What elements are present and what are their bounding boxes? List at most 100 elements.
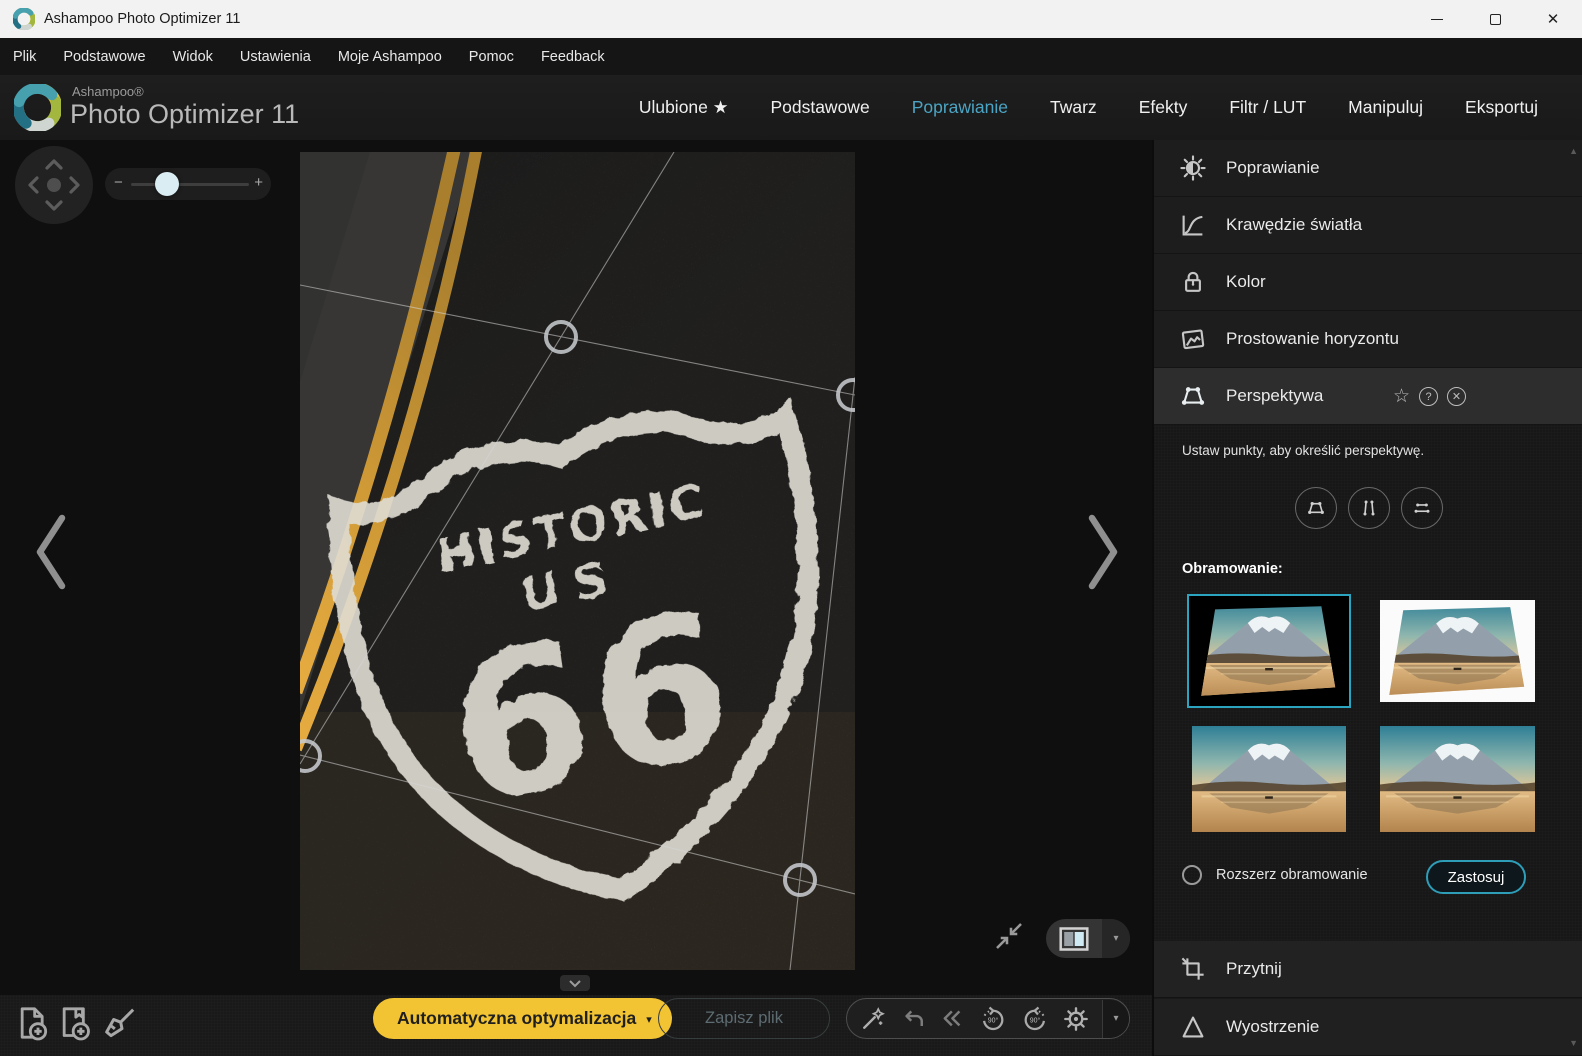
main-nav: Ulubione ★ Podstawowe Poprawianie Twarz …	[639, 75, 1582, 140]
pan-control[interactable]	[15, 146, 93, 224]
rotate-right-button[interactable]: 90°	[1020, 1004, 1050, 1034]
zoom-out-label[interactable]: −	[114, 174, 123, 191]
menubar: Plik Podstawowe Widok Ustawienia Moje As…	[0, 38, 1582, 75]
perspective-vertical-button[interactable]	[1348, 487, 1390, 529]
tab-efekty[interactable]: Efekty	[1139, 97, 1188, 118]
sidebar-label-wyostrzenie: Wyostrzenie	[1226, 1017, 1319, 1037]
menu-podstawowe[interactable]: Podstawowe	[63, 49, 145, 65]
rotate-left-button[interactable]: 90°	[978, 1004, 1008, 1034]
zoom-knob[interactable]	[155, 172, 179, 196]
sidebar-item-perspektywa[interactable]: Perspektywa ☆ ? ✕	[1154, 368, 1582, 425]
favorite-star-icon[interactable]: ☆	[1393, 387, 1410, 406]
frame-option-black[interactable]	[1187, 594, 1351, 708]
sidebar-scroll-down-icon[interactable]: ▼	[1569, 1038, 1578, 1048]
frame-option-white[interactable]	[1380, 600, 1535, 702]
undo-icon	[899, 1005, 927, 1033]
apply-button[interactable]: Zastosuj	[1426, 860, 1526, 894]
sidebar-item-wyostrzenie[interactable]: Wyostrzenie	[1154, 999, 1582, 1056]
window-title: Ashampoo Photo Optimizer 11	[44, 11, 240, 27]
sidebar-scroll-up-icon[interactable]: ▲	[1569, 146, 1578, 156]
sidebar-label-krawedzie: Krawędzie światła	[1226, 215, 1362, 235]
add-page-button[interactable]	[55, 1003, 95, 1043]
perspective-free-button[interactable]	[1295, 487, 1337, 529]
extend-border-label: Rozszerz obramowanie	[1216, 867, 1368, 883]
perspective-horizontal-button[interactable]	[1401, 487, 1443, 529]
tab-filtr-lut[interactable]: Filtr / LUT	[1229, 97, 1306, 118]
brightness-icon	[1176, 153, 1210, 183]
frame-option-fill[interactable]	[1192, 726, 1346, 832]
sidebar-item-poprawianie[interactable]: Poprawianie	[1154, 140, 1582, 197]
compare-view-button[interactable]: ▾	[1046, 919, 1130, 958]
save-file-button[interactable]: Zapisz plik	[658, 998, 830, 1039]
auto-optimize-dropdown-icon[interactable]: ▾	[646, 1011, 652, 1026]
zoom-track[interactable]	[131, 183, 249, 186]
rotate-right-90-icon: 90°	[1020, 1004, 1050, 1034]
tab-ulubione[interactable]: Ulubione ★	[639, 97, 729, 118]
fit-to-screen-button[interactable]	[993, 920, 1025, 952]
menu-plik[interactable]: Plik	[13, 49, 36, 65]
perspective-panel: Ustaw punkty, aby określić perspektywę.	[1154, 425, 1582, 940]
settings-button[interactable]	[1062, 1005, 1090, 1033]
brandbar: Ashampoo® Photo Optimizer 11 Ulubione ★ …	[0, 75, 1582, 140]
sidebar-label-kolor: Kolor	[1226, 272, 1266, 292]
photo-route66: HISTORIC US 66	[300, 152, 855, 970]
dropdown-icon: ▾	[1113, 933, 1118, 944]
perspective-hint: Ustaw punkty, aby określić perspektywę.	[1182, 443, 1424, 458]
sidebar-label-perspektywa: Perspektywa	[1226, 386, 1323, 406]
magic-wand-icon	[859, 1005, 887, 1033]
add-file-icon	[13, 1003, 53, 1043]
close-button[interactable]: ✕	[1524, 0, 1582, 38]
tab-poprawianie[interactable]: Poprawianie	[912, 97, 1008, 118]
undo-button[interactable]	[899, 1005, 927, 1033]
tools-dropdown[interactable]: ▾	[1102, 1000, 1129, 1038]
rotate-left-label: 90°	[988, 1016, 999, 1024]
undo-all-button[interactable]	[939, 1005, 967, 1033]
help-icon[interactable]: ?	[1419, 387, 1438, 406]
zoom-in-label[interactable]: +	[254, 174, 263, 191]
maximize-button[interactable]	[1466, 0, 1524, 38]
collapse-panel-button[interactable]	[560, 975, 590, 991]
trapezoid-points-icon	[1303, 495, 1329, 521]
auto-magic-button[interactable]	[859, 1005, 887, 1033]
horizon-image-icon	[1176, 324, 1210, 354]
zoom-slider[interactable]: − +	[105, 168, 271, 200]
pan-arrows-icon	[15, 146, 93, 224]
tools-dropdown-icon: ▾	[1113, 1013, 1118, 1024]
sidebar-item-krawedzie-swiatla[interactable]: Krawędzie światła	[1154, 197, 1582, 254]
menu-ustawienia[interactable]: Ustawienia	[240, 49, 311, 65]
frame-option-stretch[interactable]	[1380, 726, 1535, 832]
app-logo-large-icon	[14, 84, 61, 131]
extend-border-radio[interactable]	[1182, 865, 1202, 885]
tab-eksportuj[interactable]: Eksportuj	[1465, 97, 1538, 118]
clear-list-button[interactable]	[99, 1003, 139, 1043]
add-file-button[interactable]	[13, 1003, 53, 1043]
next-image-button[interactable]	[1080, 512, 1126, 592]
border-mode-label: Obramowanie:	[1182, 561, 1283, 577]
auto-optimize-button[interactable]: Automatyczna optymalizacja ▾	[373, 998, 672, 1039]
tab-manipuluj[interactable]: Manipuluj	[1348, 97, 1423, 118]
menu-widok[interactable]: Widok	[173, 49, 213, 65]
sidebar-item-przytnij[interactable]: Przytnij	[1154, 941, 1582, 998]
close-tool-icon[interactable]: ✕	[1447, 387, 1466, 406]
minimize-button[interactable]	[1408, 0, 1466, 38]
previous-image-button[interactable]	[28, 512, 74, 592]
minimize-icon	[1431, 19, 1443, 20]
sidebar-item-kolor[interactable]: Kolor	[1154, 254, 1582, 311]
compare-view-dropdown[interactable]: ▾	[1102, 919, 1130, 958]
sidebar-label-poprawianie: Poprawianie	[1226, 158, 1320, 178]
sidebar-label-przytnij: Przytnij	[1226, 959, 1282, 979]
menu-pomoc[interactable]: Pomoc	[469, 49, 514, 65]
brand-product: Photo Optimizer 11	[70, 99, 299, 130]
sidebar-item-prostowanie[interactable]: Prostowanie horyzontu	[1154, 311, 1582, 368]
menu-moje-ashampoo[interactable]: Moje Ashampoo	[338, 49, 442, 65]
fit-to-screen-icon	[993, 920, 1025, 952]
menu-feedback[interactable]: Feedback	[541, 49, 605, 65]
edit-tools-pill: 90° 90°	[846, 998, 1130, 1039]
perspective-icon	[1176, 381, 1210, 411]
maximize-icon	[1490, 14, 1501, 25]
canvas-area: − +	[0, 140, 1152, 995]
lock-icon	[1176, 267, 1210, 297]
save-file-label: Zapisz plik	[705, 1009, 783, 1028]
tab-podstawowe[interactable]: Podstawowe	[770, 97, 869, 118]
tab-twarz[interactable]: Twarz	[1050, 97, 1097, 118]
